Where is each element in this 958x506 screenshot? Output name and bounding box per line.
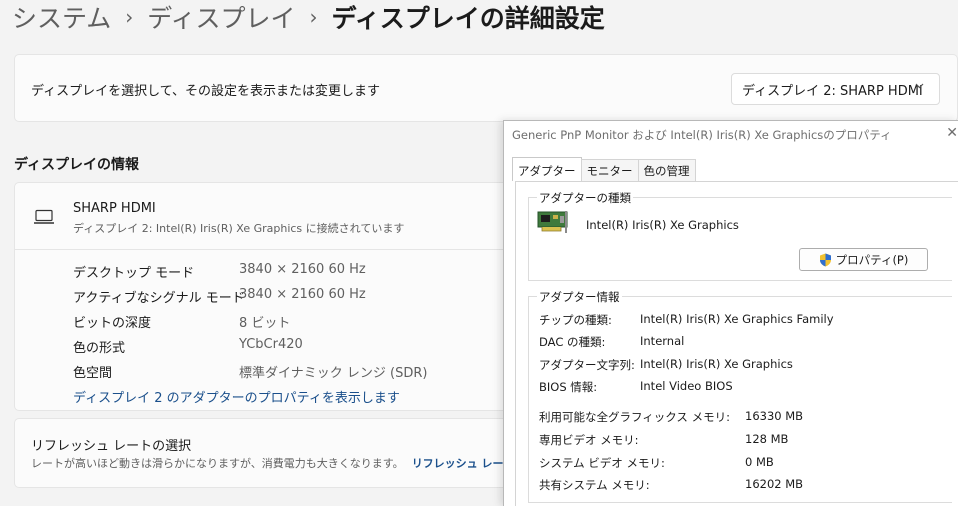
adapter-info-label: アダプター情報: [537, 289, 622, 305]
display-info-card: SHARP HDMI ディスプレイ 2: Intel(R) Iris(R) Xe…: [14, 182, 514, 411]
memory-value: 128 MB: [745, 432, 789, 446]
display-dropdown[interactable]: ディスプレイ 2: SHARP HDMI: [731, 73, 940, 105]
close-icon[interactable]: ✕: [946, 125, 958, 141]
adapter-type-group: アダプターの種類 Intel(R) Iris(R) Xe Graphics プロ…: [528, 190, 952, 281]
memory-key: 専用ビデオ メモリ:: [539, 433, 639, 447]
info-value: Intel(R) Iris(R) Xe Graphics: [640, 357, 793, 371]
memory-key: 利用可能な全グラフィックス メモリ:: [539, 410, 730, 424]
dialog-title: Generic PnP Monitor および Intel(R) Iris(R)…: [512, 128, 892, 142]
refresh-rate-title: リフレッシュ レートの選択: [31, 439, 192, 454]
tab-adapter[interactable]: アダプター: [512, 157, 582, 181]
tab-monitor[interactable]: モニター: [580, 159, 639, 181]
spec-value: 標準ダイナミック レンジ (SDR): [239, 366, 428, 381]
breadcrumb-separator: ›: [309, 5, 318, 29]
display-dropdown-value: ディスプレイ 2: SHARP HDMI: [742, 83, 923, 99]
spec-label: ビットの深度: [73, 316, 152, 331]
adapter-name: Intel(R) Iris(R) Xe Graphics: [586, 218, 739, 232]
spec-label: 色の形式: [73, 341, 126, 356]
adapter-type-label: アダプターの種類: [537, 190, 633, 206]
refresh-rate-card: リフレッシュ レートの選択 レートが高いほど動きは滑らかになりますが、消費電力も…: [14, 418, 514, 488]
spec-label: デスクトップ モード: [73, 266, 195, 281]
memory-key: 共有システム メモリ:: [539, 478, 650, 492]
display-select-description: ディスプレイを選択して、その設定を表示または変更します: [31, 84, 381, 99]
breadcrumb-system[interactable]: システム: [12, 0, 111, 35]
info-value: Intel Video BIOS: [640, 379, 733, 393]
spec-value: 3840 × 2160 60 Hz: [239, 287, 366, 302]
memory-value: 16330 MB: [745, 409, 804, 423]
info-key: アダプター文字列:: [539, 358, 635, 372]
adapter-tab-panel: アダプターの種類 Intel(R) Iris(R) Xe Graphics プロ…: [515, 181, 958, 506]
spec-value: 8 ビット: [239, 316, 291, 331]
monitor-icon: [33, 209, 55, 225]
refresh-rate-text: レートが高いほど動きは滑らかになりますが、消費電力も大きくなります。: [31, 457, 404, 470]
shield-icon: [819, 253, 832, 267]
memory-value: 0 MB: [745, 455, 774, 469]
spec-label: 色空間: [73, 366, 113, 381]
info-key: チップの種類:: [539, 313, 612, 327]
page-title: ディスプレイの詳細設定: [331, 4, 605, 33]
display-select-card: ディスプレイを選択して、その設定を表示または変更します ディスプレイ 2: SH…: [14, 54, 958, 122]
breadcrumb-display[interactable]: ディスプレイ: [147, 0, 295, 35]
info-value: Internal: [640, 334, 685, 348]
spec-label: アクティブなシグナル モード: [73, 291, 245, 306]
breadcrumb-separator: ›: [125, 5, 134, 29]
display-name: SHARP HDMI: [73, 201, 156, 216]
memory-key: システム ビデオ メモリ:: [539, 456, 665, 470]
adapter-info-group: アダプター情報 チップの種類: Intel(R) Iris(R) Xe Grap…: [528, 289, 952, 503]
spec-value: YCbCr420: [239, 337, 303, 352]
display-connection: ディスプレイ 2: Intel(R) Iris(R) Xe Graphics に…: [73, 222, 405, 235]
display-info-header: SHARP HDMI ディスプレイ 2: Intel(R) Iris(R) Xe…: [15, 183, 513, 250]
properties-dialog: Generic PnP Monitor および Intel(R) Iris(R)…: [503, 120, 958, 506]
graphics-card-icon: [537, 210, 569, 234]
info-value: Intel(R) Iris(R) Xe Graphics Family: [640, 312, 834, 326]
dialog-tabs: アダプター モニター 色の管理: [512, 157, 696, 181]
display-info-heading: ディスプレイの情報: [14, 157, 140, 173]
adapter-properties-button-label: プロパティ(P): [835, 252, 909, 267]
info-key: DAC の種類:: [539, 335, 606, 349]
refresh-rate-link[interactable]: リフレッシュ レートの詳細: [412, 457, 513, 470]
tab-color-management[interactable]: 色の管理: [637, 159, 696, 181]
breadcrumb: システム › ディスプレイ › ディスプレイの詳細設定: [12, 0, 605, 34]
adapter-properties-link[interactable]: ディスプレイ 2 のアダプターのプロパティを表示します: [73, 387, 400, 406]
refresh-rate-description: レートが高いほど動きは滑らかになりますが、消費電力も大きくなります。 リフレッシュ…: [31, 455, 513, 471]
spec-value: 3840 × 2160 60 Hz: [239, 262, 366, 277]
memory-value: 16202 MB: [745, 477, 804, 491]
info-key: BIOS 情報:: [539, 380, 598, 394]
adapter-properties-button[interactable]: プロパティ(P): [799, 248, 928, 271]
chevron-down-icon: [914, 80, 925, 94]
